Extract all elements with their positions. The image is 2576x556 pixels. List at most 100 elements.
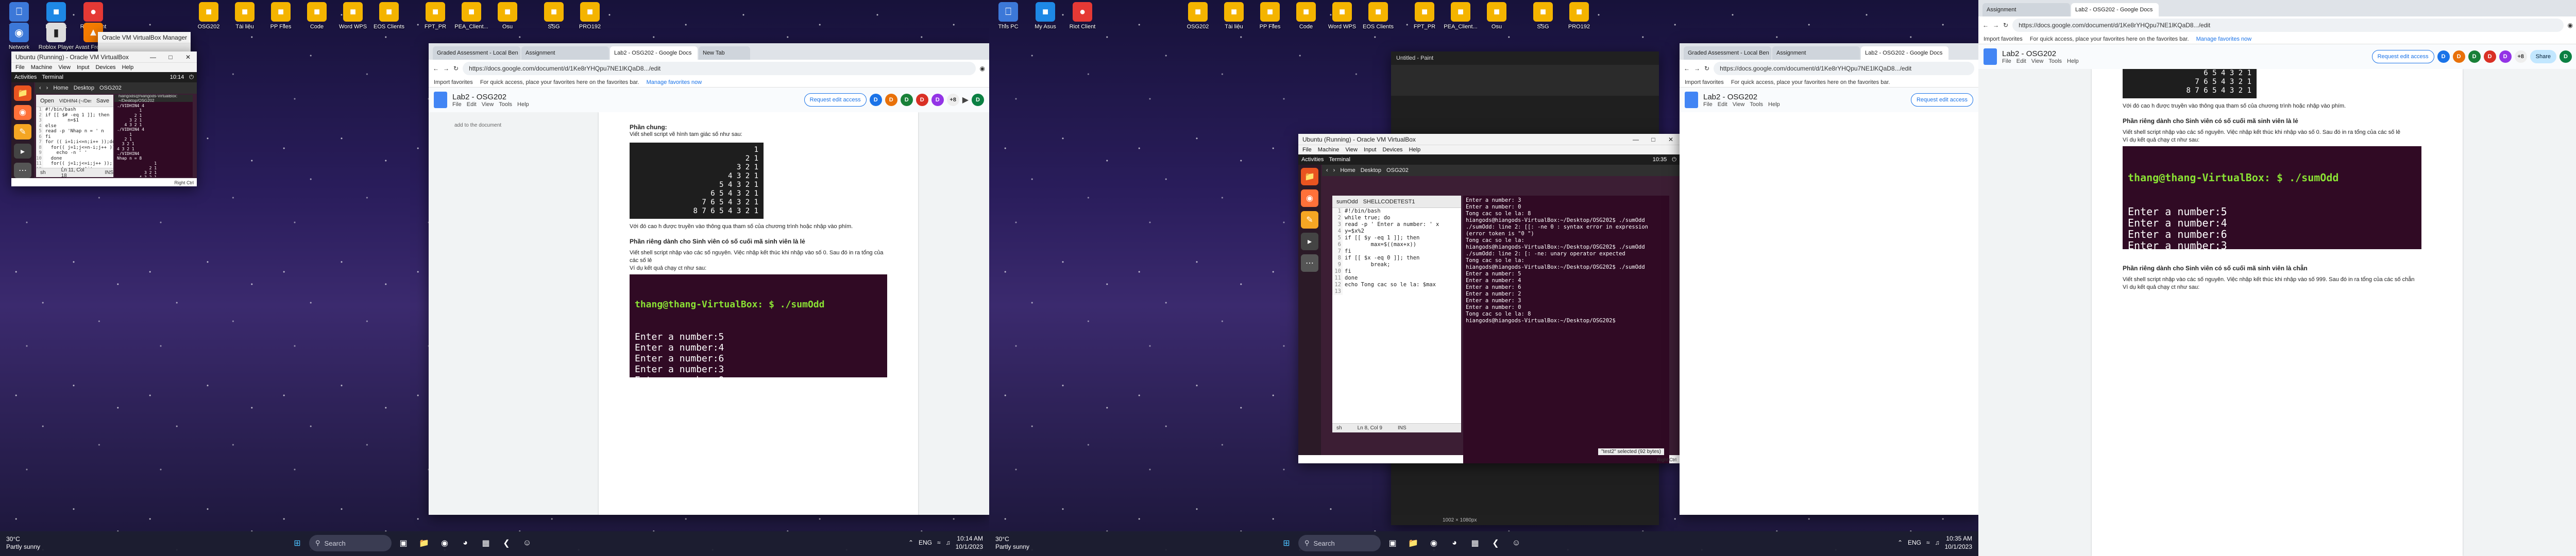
maximize-button[interactable]: □ xyxy=(162,54,179,61)
reload-icon[interactable]: ↻ xyxy=(1704,65,1709,72)
desktop-icon-fpt-pr[interactable]: ■ FPT_PR xyxy=(417,2,453,36)
request-edit-access-button[interactable]: Request edit access xyxy=(804,93,867,107)
user-avatar[interactable]: D xyxy=(2560,50,2572,63)
menu-view[interactable]: View xyxy=(482,101,494,108)
desktop-icon-pro192[interactable]: ■ PRO192 xyxy=(1561,2,1597,36)
tab-assignment[interactable]: Assignment xyxy=(1982,3,2070,16)
desktop-icon-tai-lieu[interactable]: ■ Tài liệu xyxy=(1216,2,1252,36)
user-avatar[interactable]: D xyxy=(972,94,984,106)
virtualbox-icon[interactable]: ▦ xyxy=(477,534,495,552)
gedit-window[interactable]: sumOdd SHELLCODETEST1 1 2 3 4 5 6 7 8 9 … xyxy=(1332,196,1461,432)
close-button[interactable]: ✕ xyxy=(179,54,197,61)
menu-tools[interactable]: Tools xyxy=(499,101,512,108)
avatar[interactable]: D xyxy=(2483,50,2496,63)
import-favorites-link[interactable]: Import favorites xyxy=(434,79,473,85)
menu-help[interactable]: Help xyxy=(517,101,529,108)
menu-file[interactable]: File xyxy=(1703,101,1713,108)
code-icon[interactable]: ❮ xyxy=(1487,534,1504,552)
show-apps-icon[interactable]: ⋯ xyxy=(1301,254,1318,272)
desktop-icon-osu[interactable]: ■ Osu xyxy=(489,2,526,36)
desktop-icon-pea[interactable]: ■ PEA_Client... xyxy=(453,2,489,36)
gedit-tab[interactable]: VIDHIN4 (~/Desktop/OSG202) xyxy=(59,98,91,103)
text-editor-icon[interactable]: ✎ xyxy=(1301,211,1318,229)
back-icon[interactable]: ← xyxy=(1982,22,1989,29)
chevron-up-icon[interactable]: ⌃ xyxy=(1897,539,1903,546)
firefox-icon[interactable]: ◉ xyxy=(14,105,31,120)
desktop-icon-code[interactable]: ■ Code xyxy=(299,2,335,36)
show-apps-icon[interactable]: ⋯ xyxy=(14,163,31,178)
more-avatars[interactable]: +8 xyxy=(2514,50,2527,63)
menu-view[interactable]: View xyxy=(58,64,71,71)
desktop-icon-pro192[interactable]: ■ PRO192 xyxy=(572,2,608,36)
desktop-icon-tai-lieu[interactable]: ■ Tài liệu xyxy=(227,2,263,36)
desktop-icon-ssg[interactable]: ■ SSG xyxy=(536,2,572,36)
wifi-icon[interactable]: ≈ xyxy=(1926,539,1930,546)
minimize-button[interactable]: — xyxy=(144,54,162,61)
terminal-window[interactable]: Enter a number: 3 Enter a number: 0 Tong c… xyxy=(1463,196,1669,463)
menu-file[interactable]: File xyxy=(15,64,25,71)
share-button[interactable]: Share xyxy=(2530,50,2556,63)
chrome-icon[interactable]: ◕ xyxy=(1446,534,1463,552)
menu-input[interactable]: Input xyxy=(77,64,89,71)
forward-icon[interactable]: › xyxy=(46,85,48,91)
terminal-icon[interactable]: ▸ xyxy=(1301,233,1318,250)
chevron-up-icon[interactable]: ⌃ xyxy=(908,539,913,546)
desktop-icon-eos[interactable]: ■ EOS Clients xyxy=(1360,2,1396,36)
breadcrumb-desktop[interactable]: Desktop xyxy=(1361,167,1381,173)
discord-icon[interactable]: ☺ xyxy=(1507,534,1525,552)
menu-tools[interactable]: Tools xyxy=(2048,58,2062,64)
menu-tools[interactable]: Tools xyxy=(1750,101,1763,108)
docs-logo-icon[interactable] xyxy=(1984,48,1997,65)
start-icon[interactable]: ⊞ xyxy=(1278,534,1295,552)
tab-lab2[interactable]: Lab2 - OSG202 - Google Docs xyxy=(1861,46,1948,60)
menu-edit[interactable]: Edit xyxy=(1718,101,1727,108)
volume-icon[interactable]: ♫ xyxy=(946,539,951,546)
files-icon[interactable]: 📁 xyxy=(14,85,31,101)
volume-icon[interactable]: ♫ xyxy=(1935,539,1940,546)
task-view-icon[interactable]: ▣ xyxy=(1384,534,1401,552)
avatar[interactable]: D xyxy=(2437,50,2450,63)
search-box[interactable]: ⚲ Search xyxy=(309,535,392,551)
chrome-icon[interactable]: ◕ xyxy=(456,534,474,552)
menu-machine[interactable]: Machine xyxy=(31,64,53,71)
menu-devices[interactable]: Devices xyxy=(95,64,115,71)
avatar[interactable]: D xyxy=(2468,50,2481,63)
breadcrumb-home[interactable]: Home xyxy=(53,85,68,91)
browser-window[interactable]: Graded Assessment - Local Ben Assignment… xyxy=(1680,43,1978,515)
menu-file[interactable]: File xyxy=(2002,58,2011,64)
menu-help[interactable]: Help xyxy=(2067,58,2079,64)
virtualbox-window[interactable]: Ubuntu (Running) - Oracle VM VirtualBox … xyxy=(1298,134,1680,463)
breadcrumb-osg202[interactable]: OSG202 xyxy=(99,85,122,91)
back-icon[interactable]: ← xyxy=(433,65,439,72)
language-indicator[interactable]: ENG xyxy=(919,539,932,546)
doc-title[interactable]: Lab2 - OSG202 xyxy=(2002,49,2079,58)
desktop-icon-code[interactable]: ■ Code xyxy=(1288,2,1324,36)
status-language[interactable]: sh xyxy=(40,170,46,176)
power-icon[interactable]: ⏻ xyxy=(1672,157,1676,163)
request-edit-access-button[interactable]: Request edit access xyxy=(1910,93,1973,107)
more-avatars[interactable]: +8 xyxy=(946,94,959,106)
back-icon[interactable]: ‹ xyxy=(39,85,41,91)
doc-title[interactable]: Lab2 - OSG202 xyxy=(1703,93,1780,101)
code-area[interactable]: #!/bin/bash while true; do read -p ' Enter… xyxy=(1343,208,1439,295)
desktop-icon-pp-files[interactable]: ■ PP Files xyxy=(1252,2,1288,36)
save-button[interactable]: Save xyxy=(96,98,109,104)
menu-view[interactable]: View xyxy=(1733,101,1745,108)
menu-edit[interactable]: Edit xyxy=(467,101,477,108)
forward-icon[interactable]: → xyxy=(443,65,449,72)
request-edit-access-button[interactable]: Request edit access xyxy=(2371,50,2434,63)
weather-widget[interactable]: 30°C Partly sunny xyxy=(6,535,40,551)
address-bar[interactable]: https://docs.google.com/document/d/1Ke8r… xyxy=(1714,62,1974,75)
document-page[interactable]: 6 5 4 3 2 1 7 6 5 4 3 2 1 8 7 6 5 4 3 2 … xyxy=(2092,69,2463,556)
activities-button[interactable]: Activities xyxy=(14,74,37,80)
wifi-icon[interactable]: ≈ xyxy=(937,539,941,546)
code-icon[interactable]: ❮ xyxy=(498,534,515,552)
import-favorites-link[interactable]: Import favorites xyxy=(1984,36,2023,42)
desktop-icon-my-asus[interactable]: ■My Asus xyxy=(1027,2,1063,36)
import-favorites-link[interactable]: Import favorites xyxy=(1685,79,1724,85)
tab-sumodd[interactable]: sumOdd xyxy=(1336,199,1358,205)
menu-input[interactable]: Input xyxy=(1364,147,1376,153)
avatar[interactable]: D xyxy=(885,94,897,106)
search-box[interactable]: ⚲ Search xyxy=(1298,535,1381,551)
avatar[interactable]: D xyxy=(900,94,913,106)
